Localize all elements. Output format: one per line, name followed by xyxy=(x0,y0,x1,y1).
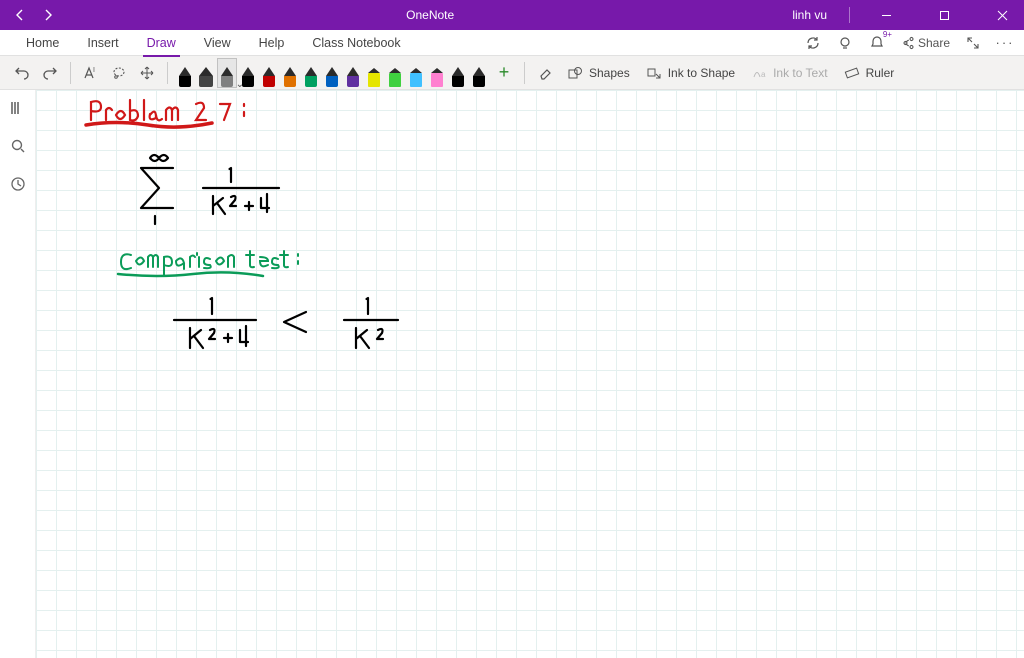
pen-7[interactable] xyxy=(323,59,341,87)
ink-comparison-underline xyxy=(116,270,266,278)
pen-13[interactable] xyxy=(449,59,467,87)
ink-to-text-label: Ink to Text xyxy=(773,66,827,80)
maximize-button[interactable] xyxy=(922,0,966,30)
pen-10[interactable] xyxy=(386,59,404,87)
fullscreen-icon[interactable] xyxy=(964,34,982,52)
lightbulb-icon[interactable] xyxy=(836,34,854,52)
svg-text:a: a xyxy=(761,70,766,79)
tab-home[interactable]: Home xyxy=(12,30,73,56)
notebooks-icon[interactable] xyxy=(8,98,28,118)
ink-to-text-button: a Ink to Text xyxy=(745,61,833,85)
share-button[interactable]: Share xyxy=(900,36,950,50)
sync-icon[interactable] xyxy=(804,34,822,52)
ribbon-sep-1 xyxy=(70,62,71,84)
pen-5[interactable] xyxy=(281,59,299,87)
search-icon[interactable] xyxy=(8,136,28,156)
pen-2[interactable] xyxy=(218,59,236,87)
back-button[interactable] xyxy=(6,0,34,30)
pen-4[interactable] xyxy=(260,59,278,87)
pen-14[interactable] xyxy=(470,59,488,87)
ribbon-sep-3 xyxy=(524,62,525,84)
forward-button[interactable] xyxy=(34,0,62,30)
tab-view[interactable]: View xyxy=(190,30,245,56)
ink-inequality xyxy=(156,290,436,360)
ribbon-sep-2 xyxy=(167,62,168,84)
ink-to-shape-label: Ink to Shape xyxy=(668,66,735,80)
tab-draw[interactable]: Draw xyxy=(133,30,190,56)
add-pen-button[interactable]: + xyxy=(492,62,516,83)
menu-bar: Home Insert Draw View Help Class Noteboo… xyxy=(0,30,1024,56)
user-name[interactable]: linh vu xyxy=(792,8,835,22)
minimize-button[interactable] xyxy=(864,0,908,30)
ink-sigma-formula xyxy=(121,150,321,225)
pen-0[interactable] xyxy=(176,59,194,87)
ruler-button[interactable]: Ruler xyxy=(838,61,901,85)
tab-help[interactable]: Help xyxy=(245,30,299,56)
pen-1[interactable] xyxy=(197,59,215,87)
app-title: OneNote xyxy=(68,8,792,22)
recent-icon[interactable] xyxy=(8,174,28,194)
more-icon[interactable]: ··· xyxy=(996,34,1014,52)
draw-ribbon: I + Shapes Ink to Shape a Ink to Text Ru… xyxy=(0,56,1024,90)
close-button[interactable] xyxy=(980,0,1024,30)
pen-8[interactable] xyxy=(344,59,362,87)
tab-insert[interactable]: Insert xyxy=(73,30,132,56)
title-separator xyxy=(849,7,850,23)
notif-badge: 9+ xyxy=(883,30,892,39)
pan-tool[interactable] xyxy=(135,61,159,85)
pen-gallery xyxy=(176,59,488,87)
ink-to-shape-button[interactable]: Ink to Shape xyxy=(640,61,741,85)
undo-button[interactable] xyxy=(10,61,34,85)
svg-text:I: I xyxy=(93,67,95,74)
drawing-canvas[interactable] xyxy=(36,90,1024,658)
pen-9[interactable] xyxy=(365,59,383,87)
shapes-button[interactable]: Shapes xyxy=(561,61,636,85)
title-bar: OneNote linh vu xyxy=(0,0,1024,30)
shapes-label: Shapes xyxy=(589,66,630,80)
redo-button[interactable] xyxy=(38,61,62,85)
workspace xyxy=(0,90,1024,658)
left-sidebar xyxy=(0,90,36,658)
tab-class-notebook[interactable]: Class Notebook xyxy=(298,30,414,56)
pen-3[interactable] xyxy=(239,59,257,87)
pen-11[interactable] xyxy=(407,59,425,87)
share-label: Share xyxy=(918,36,950,50)
ink-title-underline xyxy=(84,120,214,130)
pen-6[interactable] xyxy=(302,59,320,87)
eraser-tool[interactable] xyxy=(533,61,557,85)
lasso-tool[interactable] xyxy=(107,61,131,85)
pen-12[interactable] xyxy=(428,59,446,87)
ruler-label: Ruler xyxy=(866,66,895,80)
text-tool[interactable]: I xyxy=(79,61,103,85)
bell-icon[interactable]: 9+ xyxy=(868,34,886,52)
